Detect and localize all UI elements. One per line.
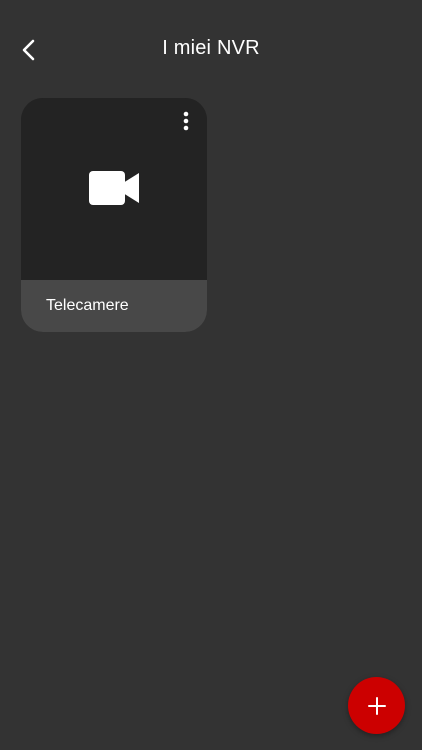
add-device-button[interactable]	[348, 677, 405, 734]
device-card-label: Telecamere	[46, 297, 129, 314]
plus-icon	[367, 696, 386, 715]
video-camera-icon	[89, 171, 139, 205]
device-card-preview[interactable]	[21, 98, 207, 280]
device-card[interactable]: Telecamere	[21, 98, 207, 332]
more-vertical-icon	[183, 111, 189, 131]
header: I miei NVR	[0, 28, 422, 72]
device-card-menu-button[interactable]	[173, 108, 199, 134]
device-card-footer[interactable]: Telecamere	[21, 280, 207, 332]
page-title: I miei NVR	[162, 37, 260, 59]
app-screen: I miei NVR Telecamere	[0, 0, 422, 750]
